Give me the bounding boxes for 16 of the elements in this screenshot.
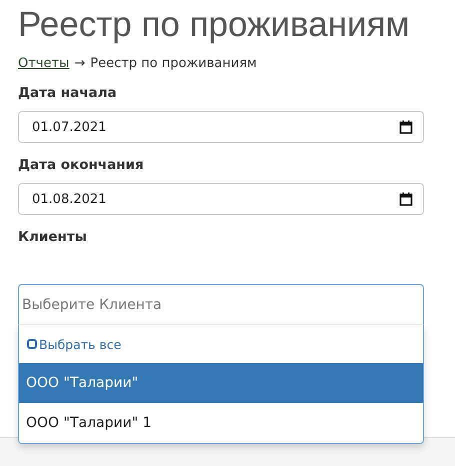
search-field[interactable]: Выберите Клиента xyxy=(18,284,424,325)
date-field[interactable]: 01.08.2021 xyxy=(18,183,424,215)
field-label: Дата начала xyxy=(18,85,117,101)
field-label: Дата окончания xyxy=(18,157,144,173)
page-title: Реестр по проживаниям xyxy=(18,4,410,46)
breadcrumb-separator: → xyxy=(74,56,86,71)
client-option[interactable]: ООО "Таларии" xyxy=(19,363,423,403)
breadcrumb-current: Реестр по проживаниям xyxy=(90,56,257,71)
calendar-icon[interactable] xyxy=(399,192,413,206)
calendar-icon[interactable] xyxy=(399,120,413,134)
date-field[interactable]: 01.07.2021 xyxy=(18,111,424,143)
select-all-option[interactable]: Выбрать все xyxy=(19,325,128,363)
breadcrumb-link[interactable]: Отчеты xyxy=(18,56,70,71)
checkbox-icon[interactable] xyxy=(27,339,37,349)
client-option[interactable]: ООО "Таларии" 1 xyxy=(19,403,423,443)
field-label: Клиенты xyxy=(18,229,87,245)
